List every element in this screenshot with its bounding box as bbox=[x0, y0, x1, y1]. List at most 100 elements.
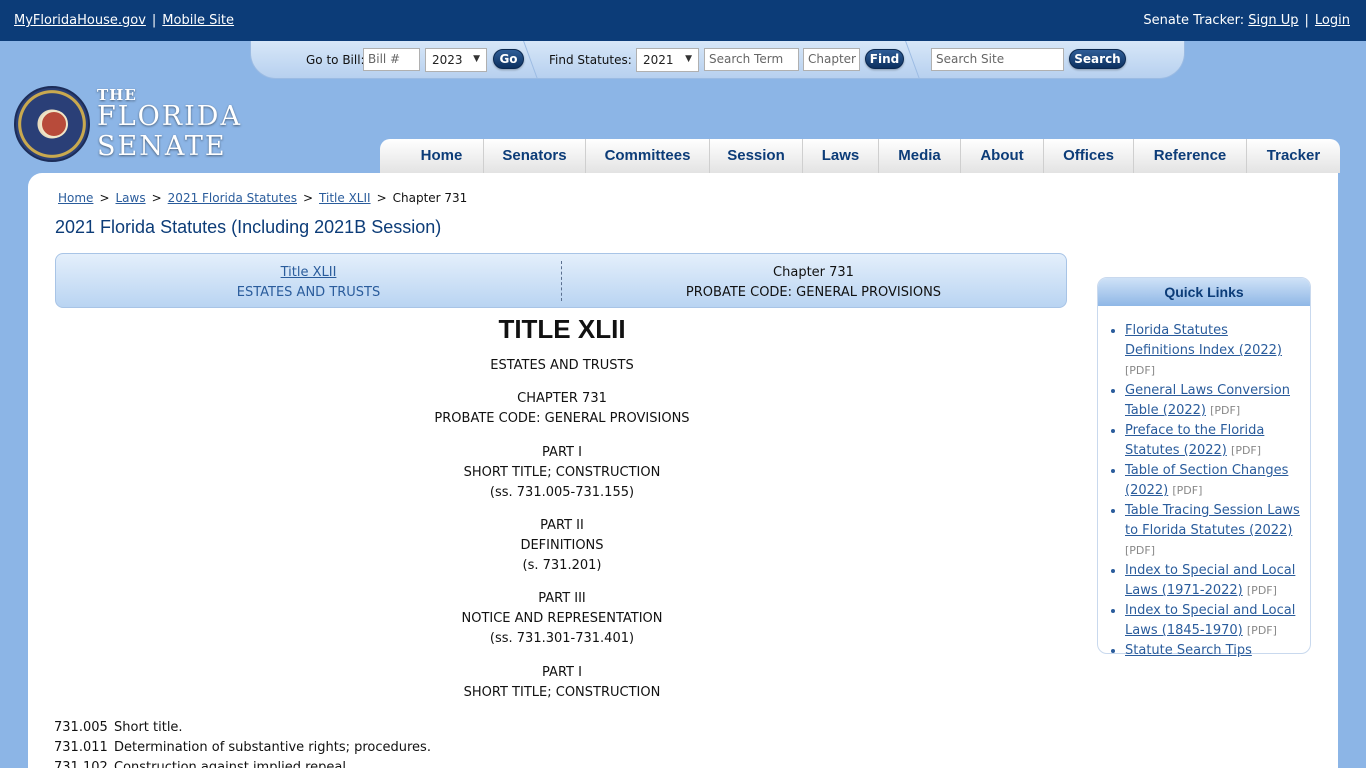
section-title: Determination of substantive rights; pro… bbox=[114, 740, 431, 755]
section-list: 731.005 Short title. 731.011 Determination… bbox=[54, 718, 431, 768]
chevron-down-icon: ▼ bbox=[685, 54, 692, 64]
bill-number-input[interactable]: Bill # bbox=[363, 48, 420, 71]
chapter-name: PROBATE CODE: GENERAL PROVISIONS bbox=[685, 285, 942, 300]
pdf-badge: [PDF] bbox=[1210, 404, 1241, 417]
nav-session[interactable]: Session bbox=[710, 139, 803, 173]
list-item: Preface to the Florida Statutes (2022) [… bbox=[1125, 421, 1300, 461]
search-button[interactable]: Search bbox=[1069, 49, 1126, 69]
statute-year-select[interactable]: 2021 ▼ bbox=[636, 48, 699, 72]
breadcrumb-current: Chapter 731 bbox=[392, 191, 468, 205]
statute-year-value: 2021 bbox=[643, 53, 674, 67]
part-range: (ss. 731.301-731.401) bbox=[489, 631, 635, 646]
section-part-heading: PART I bbox=[542, 665, 582, 680]
separator: | bbox=[151, 13, 157, 28]
section-title: Short title. bbox=[114, 720, 183, 735]
florida-senate-logo[interactable]: THE FLORIDA SENATE bbox=[14, 86, 244, 166]
nav-about[interactable]: About bbox=[961, 139, 1044, 173]
list-item[interactable]: 731.102 Construction against implied repe… bbox=[54, 758, 431, 768]
title-link[interactable]: Title XLII bbox=[281, 265, 337, 280]
breadcrumb-sep: > bbox=[99, 191, 110, 205]
list-item: Table of Section Changes (2022) [PDF] bbox=[1125, 461, 1300, 501]
title-name: ESTATES AND TRUSTS bbox=[236, 285, 381, 300]
pdf-badge: [PDF] bbox=[1172, 484, 1203, 497]
section-part-name: SHORT TITLE; CONSTRUCTION bbox=[463, 685, 661, 700]
title-tab: Title XLII ESTATES AND TRUSTS bbox=[56, 263, 561, 303]
content-title-sub: ESTATES AND TRUSTS bbox=[490, 358, 634, 373]
quick-link[interactable]: Table Tracing Session Laws to Florida St… bbox=[1125, 503, 1300, 538]
pdf-badge: [PDF] bbox=[1125, 544, 1156, 557]
quick-link[interactable]: Florida Statutes Definitions Index (2022… bbox=[1125, 323, 1282, 358]
nav-tracker[interactable]: Tracker bbox=[1247, 139, 1340, 173]
quick-links-list: Florida Statutes Definitions Index (2022… bbox=[1098, 306, 1310, 661]
main-nav: Home Senators Committees Session Laws Me… bbox=[380, 139, 1340, 173]
top-right-links: Senate Tracker: Sign Up | Login bbox=[1143, 13, 1350, 28]
senate-tracker-label: Senate Tracker: bbox=[1143, 13, 1245, 28]
list-item[interactable]: 731.005 Short title. bbox=[54, 718, 431, 738]
part-name: NOTICE AND REPRESENTATION bbox=[461, 611, 663, 626]
bill-year-select[interactable]: 2023 ▼ bbox=[425, 48, 487, 72]
part-range: (s. 731.201) bbox=[522, 558, 602, 573]
list-item: Florida Statutes Definitions Index (2022… bbox=[1125, 321, 1300, 381]
section-number: 731.102 bbox=[54, 760, 108, 768]
page-title: 2021 Florida Statutes (Including 2021B S… bbox=[55, 217, 442, 237]
quick-link[interactable]: General Laws Conversion Table (2022) bbox=[1125, 383, 1290, 418]
senate-seal-icon bbox=[14, 86, 90, 162]
search-site-input[interactable]: Search Site bbox=[931, 48, 1064, 71]
breadcrumb-sep: > bbox=[376, 191, 387, 205]
logo-florida: FLORIDA bbox=[97, 101, 242, 132]
pdf-badge: [PDF] bbox=[1231, 444, 1262, 457]
list-item: Statute Search Tips bbox=[1125, 641, 1300, 661]
quick-link[interactable]: Table of Section Changes (2022) bbox=[1125, 463, 1288, 498]
logo-senate: SENATE bbox=[97, 131, 227, 162]
nav-committees[interactable]: Committees bbox=[586, 139, 710, 173]
section-title: Construction against implied repeal. bbox=[114, 760, 351, 768]
bill-year-value: 2023 bbox=[432, 53, 463, 67]
part-name: DEFINITIONS bbox=[520, 538, 604, 553]
part-link[interactable]: PART I bbox=[56, 443, 1068, 463]
nav-offices[interactable]: Offices bbox=[1044, 139, 1134, 173]
content-chapter-sub: PROBATE CODE: GENERAL PROVISIONS bbox=[434, 411, 690, 426]
nav-home[interactable]: Home bbox=[400, 139, 484, 173]
section-number: 731.005 bbox=[54, 720, 108, 735]
list-item: Index to Special and Local Laws (1971-20… bbox=[1125, 561, 1300, 601]
list-item[interactable]: 731.011 Determination of substantive righ… bbox=[54, 738, 431, 758]
divider bbox=[523, 41, 551, 79]
search-term-input[interactable]: Search Term bbox=[704, 48, 799, 71]
search-strip: Go to Bill: Bill # 2023 ▼ Go Find Statute… bbox=[250, 41, 1185, 79]
pdf-badge: [PDF] bbox=[1246, 584, 1277, 597]
divider bbox=[905, 41, 933, 79]
breadcrumb-title[interactable]: Title XLII bbox=[319, 191, 371, 205]
go-button[interactable]: Go bbox=[493, 49, 524, 69]
login-link[interactable]: Login bbox=[1315, 13, 1350, 28]
quick-link[interactable]: Statute Search Tips bbox=[1125, 643, 1252, 658]
section-number: 731.011 bbox=[54, 740, 108, 755]
list-item: Index to Special and Local Laws (1845-19… bbox=[1125, 601, 1300, 641]
quick-links-box: Quick Links Florida Statutes Definitions… bbox=[1097, 277, 1311, 658]
myfloridahouse-link[interactable]: MyFloridaHouse.gov bbox=[14, 13, 146, 28]
part-range: (ss. 731.005-731.155) bbox=[489, 485, 635, 500]
breadcrumb-laws[interactable]: Laws bbox=[116, 191, 146, 205]
breadcrumb: Home > Laws >2021 Florida Statutes > Title XL… bbox=[58, 191, 467, 205]
breadcrumb-statutes[interactable]: 2021 Florida Statutes bbox=[168, 191, 297, 205]
nav-laws[interactable]: Laws bbox=[803, 139, 879, 173]
chapter-navigation-box: Title XLII ESTATES AND TRUSTS Chapter 73… bbox=[55, 253, 1067, 308]
find-button[interactable]: Find bbox=[865, 49, 904, 69]
chapter-title: Chapter 731 bbox=[773, 265, 854, 280]
chevron-down-icon: ▼ bbox=[473, 54, 480, 64]
sign-up-link[interactable]: Sign Up bbox=[1248, 13, 1298, 28]
seal-center bbox=[40, 110, 68, 138]
nav-reference[interactable]: Reference bbox=[1134, 139, 1247, 173]
part-link[interactable]: PART III bbox=[56, 589, 1068, 609]
breadcrumb-sep: > bbox=[151, 191, 162, 205]
list-item: General Laws Conversion Table (2022) [PD… bbox=[1125, 381, 1300, 421]
find-statutes-label: Find Statutes: bbox=[549, 53, 632, 67]
part-link[interactable]: PART II bbox=[56, 516, 1068, 536]
part-name: SHORT TITLE; CONSTRUCTION bbox=[463, 465, 661, 480]
go-to-bill-label: Go to Bill: bbox=[306, 53, 365, 67]
mobile-site-link[interactable]: Mobile Site bbox=[162, 13, 234, 28]
nav-senators[interactable]: Senators bbox=[484, 139, 586, 173]
breadcrumb-home[interactable]: Home bbox=[58, 191, 93, 205]
nav-media[interactable]: Media bbox=[879, 139, 961, 173]
content-chapter: CHAPTER 731 bbox=[517, 391, 607, 406]
chapter-input[interactable]: Chapter bbox=[803, 48, 860, 71]
